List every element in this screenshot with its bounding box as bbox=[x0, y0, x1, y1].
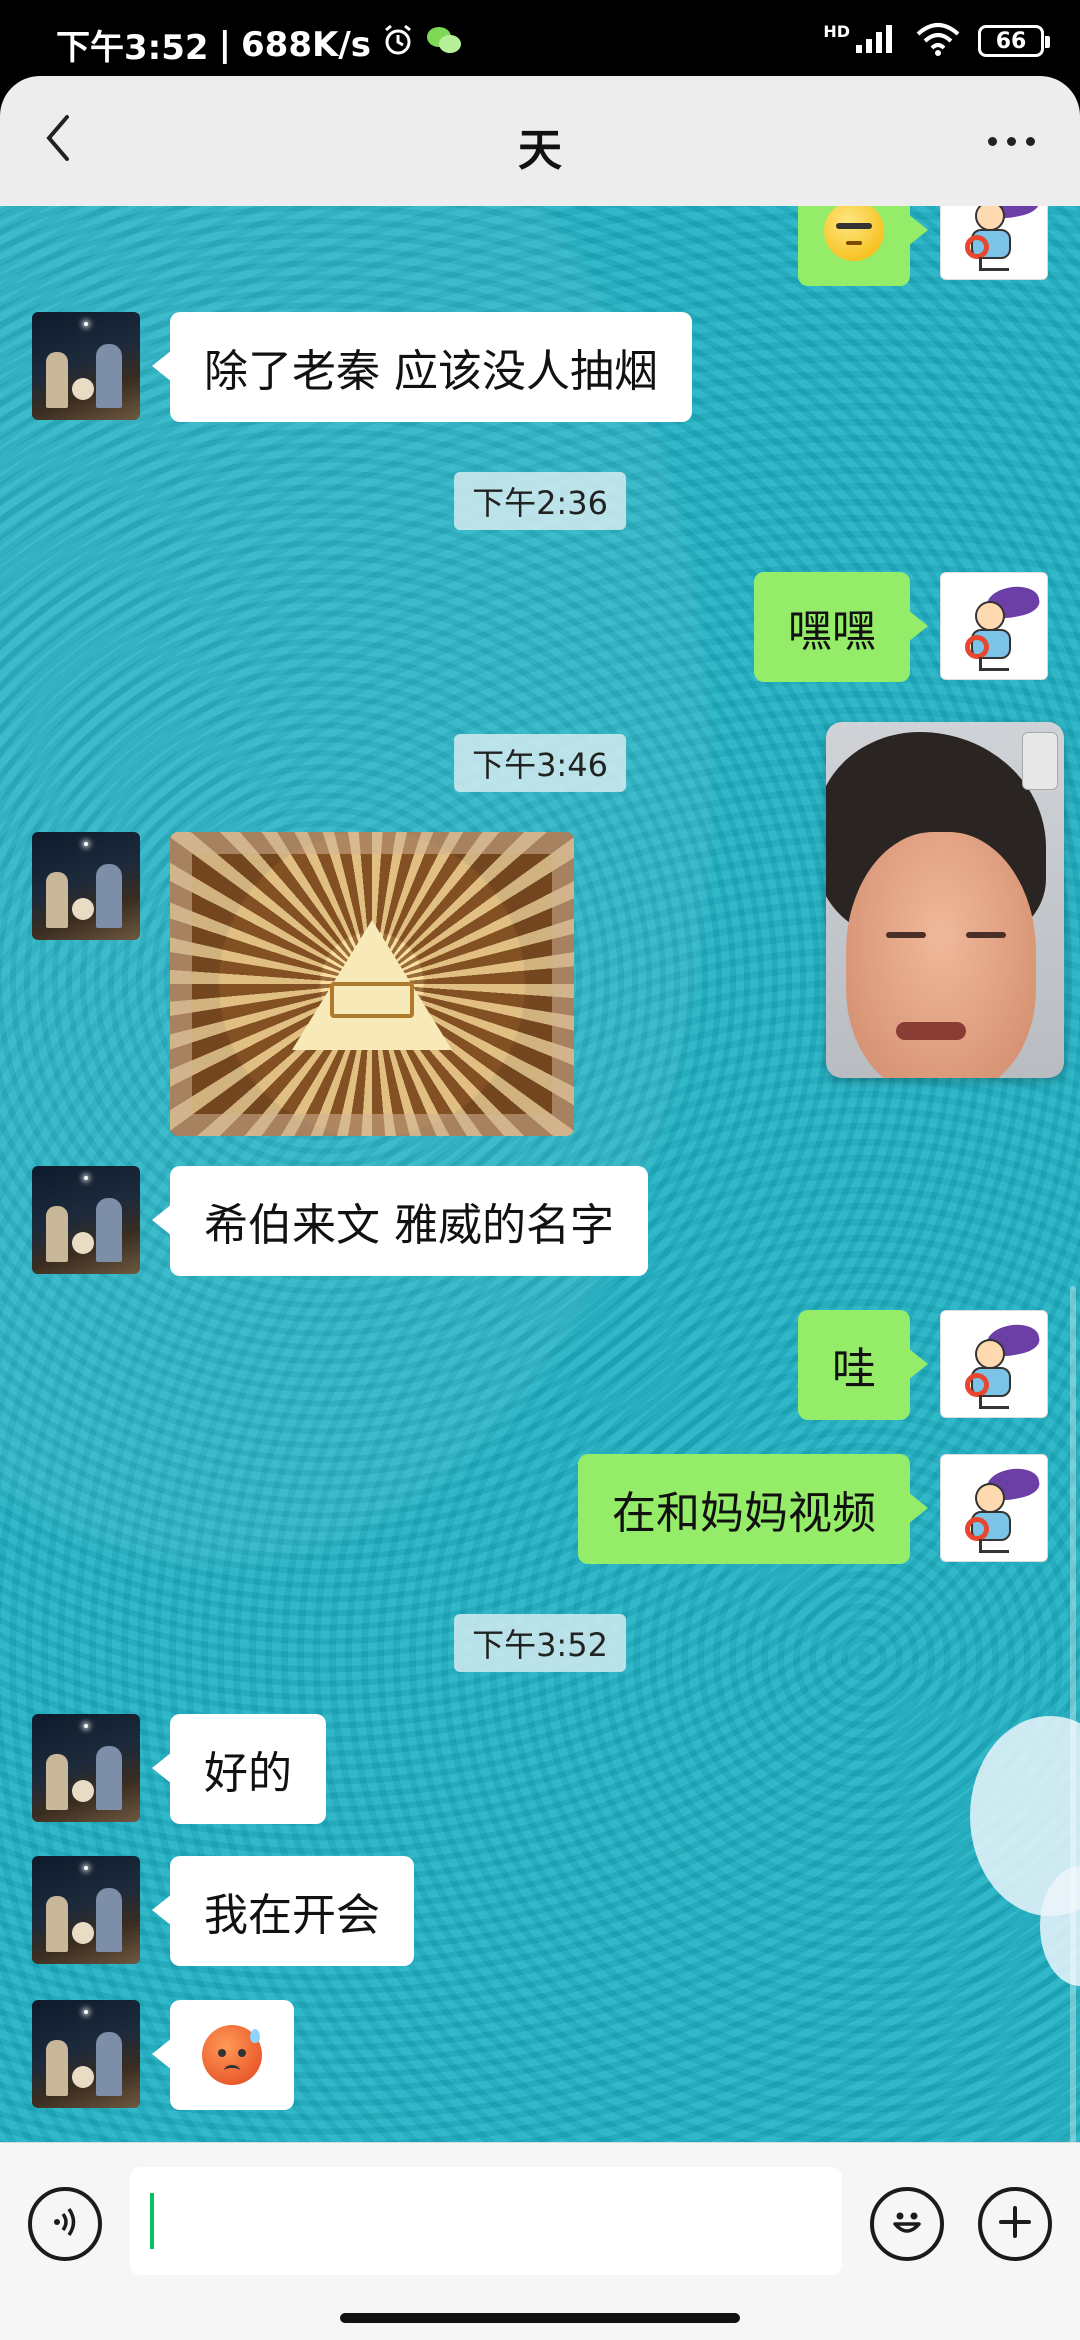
message-input[interactable] bbox=[130, 2167, 842, 2275]
cool-emoji-icon bbox=[824, 206, 884, 261]
contact-avatar[interactable] bbox=[32, 2000, 140, 2108]
emoji-button[interactable] bbox=[870, 2187, 944, 2261]
message-bubble[interactable]: 嘿嘿 bbox=[754, 572, 928, 682]
contact-avatar[interactable] bbox=[32, 1856, 140, 1964]
message-bubble[interactable]: 哇 bbox=[798, 1310, 928, 1420]
chat-header: 天 bbox=[0, 76, 1080, 206]
my-avatar[interactable] bbox=[940, 1310, 1048, 1418]
contact-avatar[interactable] bbox=[32, 1166, 140, 1274]
message-bubble[interactable]: 希伯来文 雅威的名字 bbox=[152, 1166, 648, 1276]
sweat-emoji-icon bbox=[202, 2025, 262, 2085]
status-bar: 下午3:52 | 688K/s HD 66 bbox=[0, 0, 1080, 76]
network-speed: 688K/s bbox=[241, 24, 371, 65]
voice-icon bbox=[45, 2202, 85, 2246]
status-left: 下午3:52 | 688K/s bbox=[56, 20, 463, 69]
wechat-icon bbox=[425, 24, 463, 65]
my-avatar[interactable] bbox=[940, 572, 1048, 680]
timestamp: 下午3:46 bbox=[454, 734, 626, 792]
my-avatar[interactable] bbox=[940, 1454, 1048, 1562]
more-button[interactable] bbox=[976, 116, 1046, 166]
signal-icon bbox=[854, 23, 898, 59]
home-indicator[interactable] bbox=[340, 2313, 740, 2323]
self-view-thumbnail[interactable] bbox=[1022, 732, 1058, 790]
message-bubble-sticker[interactable] bbox=[798, 206, 928, 286]
message-bubble-sticker[interactable] bbox=[152, 2000, 294, 2110]
contact-avatar[interactable] bbox=[32, 832, 140, 940]
hd-label: HD bbox=[823, 21, 850, 41]
video-call-window[interactable] bbox=[826, 722, 1064, 1078]
text-cursor bbox=[150, 2193, 154, 2249]
input-bar bbox=[0, 2142, 1080, 2340]
voice-button[interactable] bbox=[28, 2187, 102, 2261]
chat-area[interactable]: 除了老秦 应该没人抽烟 下午2:36 嘿嘿 下午3:46 希伯来文 雅威的名字 … bbox=[0, 206, 1080, 2142]
battery-indicator: 66 bbox=[978, 25, 1050, 57]
contact-avatar[interactable] bbox=[32, 1714, 140, 1822]
plus-icon bbox=[995, 2202, 1035, 2246]
message-bubble[interactable]: 好的 bbox=[152, 1714, 326, 1824]
emoji-icon bbox=[885, 2200, 929, 2248]
message-bubble[interactable]: 除了老秦 应该没人抽烟 bbox=[152, 312, 692, 422]
alarm-icon bbox=[381, 23, 415, 66]
image-message[interactable] bbox=[170, 832, 574, 1136]
contact-avatar[interactable] bbox=[32, 312, 140, 420]
message-bubble[interactable]: 在和妈妈视频 bbox=[578, 1454, 928, 1564]
status-time: 下午3:52 bbox=[56, 28, 209, 68]
status-separator: | bbox=[218, 24, 231, 65]
wifi-icon bbox=[916, 22, 960, 60]
chat-scrollbar[interactable] bbox=[1070, 1286, 1076, 2142]
timestamp: 下午2:36 bbox=[454, 472, 626, 530]
plus-button[interactable] bbox=[978, 2187, 1052, 2261]
message-bubble[interactable]: 我在开会 bbox=[152, 1856, 414, 1966]
more-dots-icon bbox=[987, 136, 997, 146]
timestamp: 下午3:52 bbox=[454, 1614, 626, 1672]
my-avatar[interactable] bbox=[940, 206, 1048, 280]
status-right: HD 66 bbox=[823, 21, 1050, 60]
chat-title: 天 bbox=[518, 125, 562, 176]
